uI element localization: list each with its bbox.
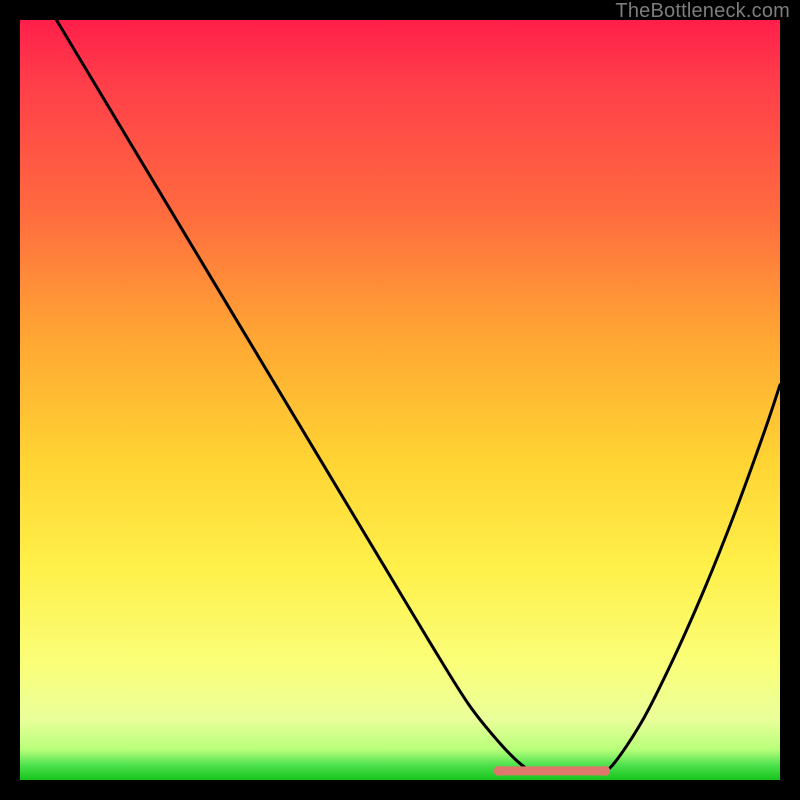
flat-segment-endpoint-left — [494, 766, 504, 776]
bottleneck-curve — [20, 20, 780, 773]
watermark-text: TheBottleneck.com — [615, 0, 790, 23]
flat-segment-endpoint-right — [600, 766, 610, 776]
chart-frame: TheBottleneck.com — [0, 0, 800, 800]
plot-area — [20, 20, 780, 780]
curve-layer — [20, 20, 780, 780]
